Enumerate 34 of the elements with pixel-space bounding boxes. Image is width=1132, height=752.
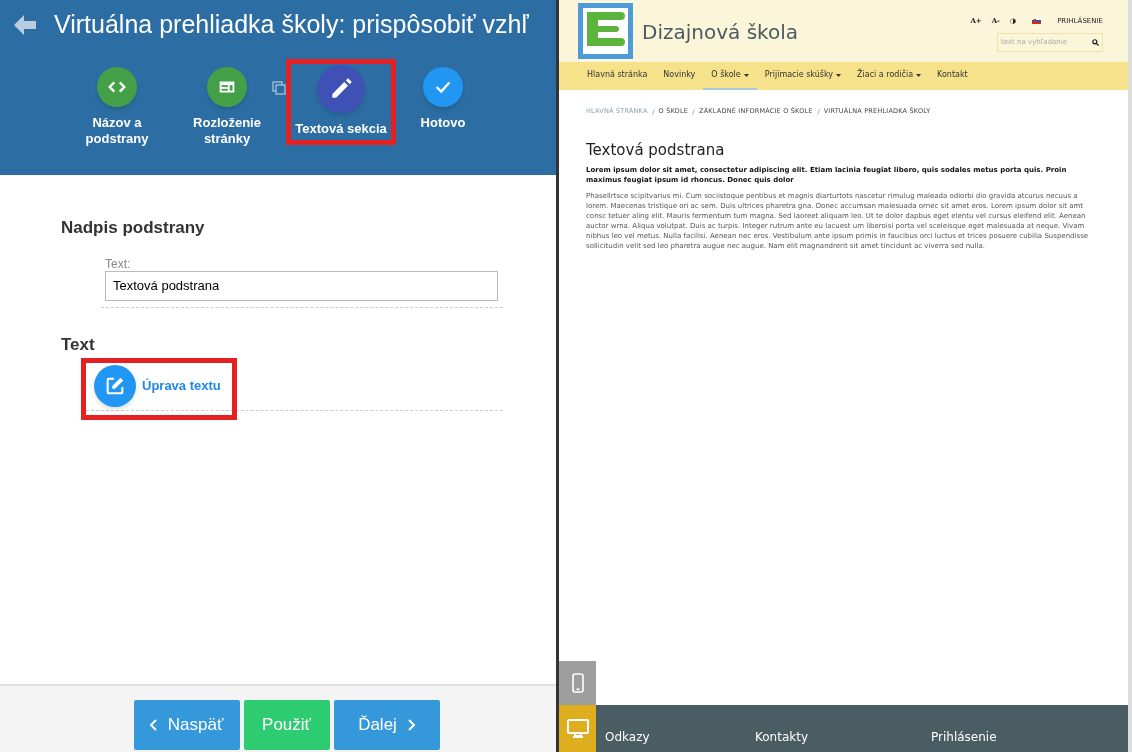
phone-view-button[interactable]	[559, 661, 596, 705]
step-tab[interactable]: Názov a podstrany	[62, 67, 172, 147]
back-arrow-icon[interactable]	[12, 13, 38, 37]
slash-icon	[692, 108, 696, 115]
nav-link[interactable]: Hlavná stránka	[579, 62, 656, 90]
text-input[interactable]: Textová podstrana	[105, 270, 498, 301]
flag-icon[interactable]	[1032, 18, 1042, 25]
desktop-view-button[interactable]	[559, 705, 596, 752]
section-heading: Text	[61, 333, 96, 356]
footer-heading: Prihlásenie	[931, 729, 998, 746]
chevron-right-icon	[406, 719, 415, 731]
footer-heading: Kontakty	[755, 729, 810, 746]
field-label: Text:	[105, 256, 132, 271]
monitor-icon	[566, 718, 589, 739]
edit-text-button[interactable]: Úprava textu	[94, 365, 221, 407]
nav-link[interactable]: Prijimacie skúšky	[756, 62, 850, 90]
page-heading: Textová podstrana	[586, 139, 726, 161]
edit-icon	[104, 375, 126, 397]
phone-icon	[571, 673, 584, 693]
slash-icon	[651, 108, 655, 115]
chevron-left-icon	[149, 719, 158, 731]
nav-link[interactable]: O škole	[703, 62, 757, 90]
copy-icon[interactable]	[272, 81, 286, 95]
page-title: Virtuálna prehliadka školy: prispôsobiť vzhľ	[54, 9, 529, 41]
nav-link[interactable]: Novinky	[655, 62, 704, 90]
site-title: Dizajnová škola	[642, 19, 798, 46]
nav-link[interactable]: Kontakt	[929, 62, 976, 90]
search-icon[interactable]	[1092, 38, 1099, 46]
footer-heading: Odkazy	[605, 729, 651, 746]
section-heading: Nadpis podstrany	[61, 217, 206, 239]
nav-link[interactable]: Žiaci a rodičia	[849, 62, 930, 90]
logo-icon	[578, 3, 633, 59]
slash-icon	[816, 108, 820, 115]
step-tab[interactable]: Rozloženie stránky	[172, 67, 282, 147]
